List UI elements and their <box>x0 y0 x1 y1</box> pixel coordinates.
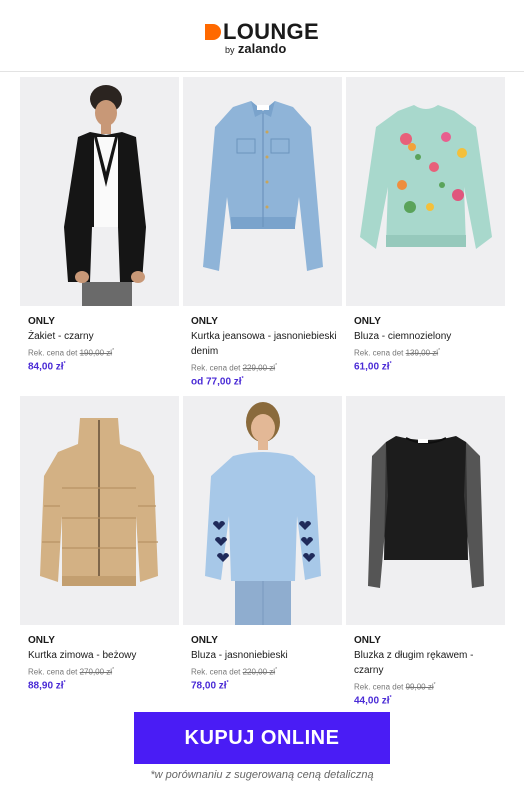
product-name[interactable]: Bluzka z długim rękawem - czarny <box>354 648 502 678</box>
product-brand: ONLY <box>354 635 381 646</box>
sale-price: od 77,00 zł* <box>191 376 244 388</box>
email-header: LOUNGE by zalando <box>0 0 524 72</box>
logo-mark-icon <box>205 24 221 40</box>
product-brand: ONLY <box>191 316 218 327</box>
product-name[interactable]: Żakiet - czarny <box>28 329 176 344</box>
denim-jacket-image[interactable] <box>183 77 342 306</box>
product-name[interactable]: Kurtka zimowa - beżowy <box>28 648 176 663</box>
sale-price: 44,00 zł* <box>354 695 392 707</box>
sale-price: 78,00 zł* <box>191 680 229 692</box>
sheer-sleeve-top-image[interactable] <box>346 396 505 625</box>
price-footnote: *w porównaniu z sugerowaną ceną detalicz… <box>150 769 374 781</box>
puffer-jacket-image[interactable] <box>20 396 179 625</box>
heart-sweatshirt-model-image[interactable] <box>183 396 342 625</box>
logo-subtitle: by zalando <box>225 41 287 56</box>
product-brand: ONLY <box>28 635 55 646</box>
lounge-logo[interactable]: LOUNGE by zalando <box>203 20 333 60</box>
shop-online-button[interactable]: KUPUJ ONLINE <box>134 712 390 764</box>
product-name[interactable]: Bluza - ciemnozielony <box>354 329 502 344</box>
floral-sweatshirt-image[interactable] <box>346 77 505 306</box>
sale-price: 84,00 zł* <box>28 361 66 373</box>
product-name[interactable]: Bluza - jasnoniebieski <box>191 648 339 663</box>
black-blazer-model-image[interactable] <box>20 77 179 306</box>
product-name[interactable]: Kurtka jeansowa - jasnoniebieski denim <box>191 329 339 359</box>
product-brand: ONLY <box>354 316 381 327</box>
sale-price: 61,00 zł* <box>354 361 392 373</box>
sale-price: 88,90 zł* <box>28 680 66 692</box>
product-brand: ONLY <box>28 316 55 327</box>
product-brand: ONLY <box>191 635 218 646</box>
